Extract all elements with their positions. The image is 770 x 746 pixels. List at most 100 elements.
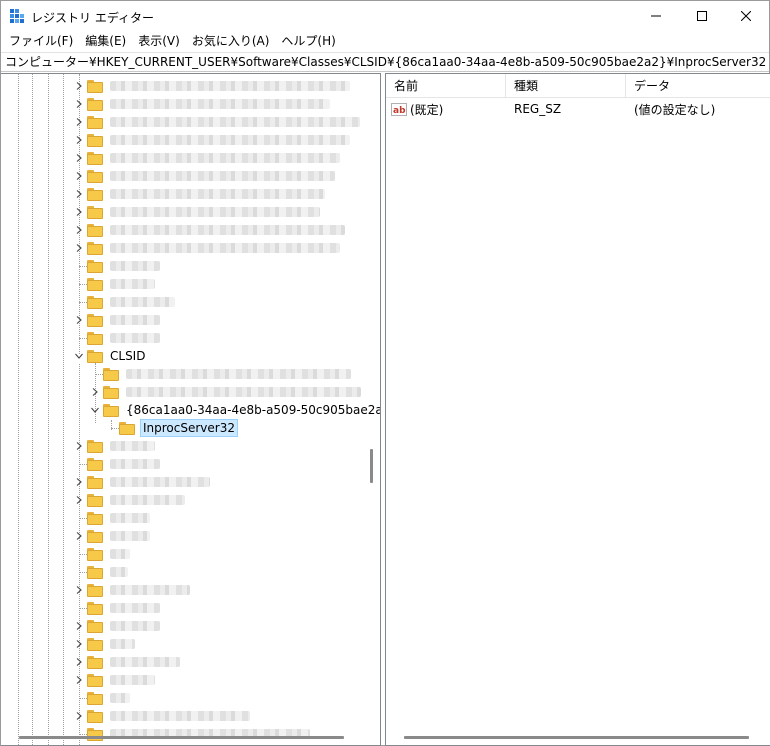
tree-item[interactable] xyxy=(87,437,155,455)
tree-item-guid[interactable]: {86ca1aa0-34aa-4e8b-a509-50c905bae2a2} xyxy=(103,401,380,419)
chevron-right-icon[interactable] xyxy=(73,527,85,545)
folder-icon xyxy=(87,151,103,165)
tree-item[interactable] xyxy=(87,563,128,581)
chevron-down-icon[interactable] xyxy=(89,401,101,419)
tree-item[interactable] xyxy=(87,203,320,221)
tree-item[interactable] xyxy=(87,527,150,545)
chevron-right-icon[interactable] xyxy=(73,311,85,329)
chevron-right-icon[interactable] xyxy=(73,131,85,149)
tree-item[interactable] xyxy=(87,113,360,131)
chevron-right-icon[interactable] xyxy=(73,617,85,635)
chevron-right-icon[interactable] xyxy=(73,635,85,653)
address-bar[interactable]: コンピューター¥HKEY_CURRENT_USER¥Software¥Class… xyxy=(1,52,769,72)
chevron-right-icon[interactable] xyxy=(73,203,85,221)
redacted-key-name xyxy=(110,225,345,235)
menu-favorites[interactable]: お気に入り(A) xyxy=(186,31,276,51)
tree-item[interactable] xyxy=(87,545,130,563)
value-row[interactable]: ab (既定) REG_SZ (値の設定なし) xyxy=(386,100,770,118)
tree-item[interactable] xyxy=(87,131,350,149)
chevron-right-icon[interactable] xyxy=(73,149,85,167)
key-tree-pane[interactable]: CLSID {86ca1aa0-34aa-4e8b-a509-50c905bae2… xyxy=(1,73,381,746)
folder-icon xyxy=(87,475,103,489)
column-header-data[interactable]: データ xyxy=(626,74,770,98)
tree-connector xyxy=(79,554,87,555)
chevron-right-icon[interactable] xyxy=(73,581,85,599)
list-horizontal-scrollbar[interactable] xyxy=(404,736,749,739)
tree-connector xyxy=(79,464,87,465)
folder-icon xyxy=(87,133,103,147)
chevron-right-icon[interactable] xyxy=(73,473,85,491)
menu-view[interactable]: 表示(V) xyxy=(132,31,186,51)
chevron-right-icon[interactable] xyxy=(73,437,85,455)
tree-item[interactable] xyxy=(87,725,310,743)
tree-item[interactable] xyxy=(87,509,150,527)
tree-item-label: InprocServer32 xyxy=(140,419,238,437)
close-button[interactable] xyxy=(723,1,769,31)
tree-item-clsid[interactable]: CLSID xyxy=(87,347,147,365)
tree-item[interactable] xyxy=(87,311,160,329)
tree-item[interactable] xyxy=(87,491,185,509)
folder-icon xyxy=(87,277,103,291)
tree-item[interactable] xyxy=(103,383,361,401)
values-list-pane[interactable]: 名前 種類 データ ab (既定) REG_SZ (値の設定なし) xyxy=(385,73,770,746)
chevron-right-icon[interactable] xyxy=(73,77,85,95)
chevron-right-icon[interactable] xyxy=(73,239,85,257)
tree-item[interactable] xyxy=(87,653,180,671)
menu-edit[interactable]: 編集(E) xyxy=(79,31,132,51)
redacted-key-name xyxy=(110,207,320,217)
chevron-right-icon[interactable] xyxy=(73,167,85,185)
menu-help[interactable]: ヘルプ(H) xyxy=(275,31,341,51)
tree-item[interactable] xyxy=(87,581,190,599)
tree-item-inprocserver32[interactable]: InprocServer32 xyxy=(119,419,238,437)
chevron-right-icon[interactable] xyxy=(73,113,85,131)
folder-icon xyxy=(87,313,103,327)
tree-item[interactable] xyxy=(87,77,350,95)
tree-vertical-scrollbar[interactable] xyxy=(370,449,373,483)
chevron-right-icon[interactable] xyxy=(73,491,85,509)
tree-horizontal-scrollbar[interactable] xyxy=(19,736,344,739)
chevron-right-icon[interactable] xyxy=(73,653,85,671)
tree-item[interactable] xyxy=(87,329,160,347)
tree-item[interactable] xyxy=(87,239,340,257)
menu-file[interactable]: ファイル(F) xyxy=(3,31,79,51)
redacted-key-name xyxy=(110,135,350,145)
redacted-key-name xyxy=(110,261,160,271)
folder-icon xyxy=(87,259,103,273)
chevron-right-icon[interactable] xyxy=(73,221,85,239)
column-header-name[interactable]: 名前 xyxy=(386,74,506,98)
chevron-down-icon[interactable] xyxy=(73,347,85,365)
tree-item[interactable] xyxy=(87,275,155,293)
tree-connector xyxy=(79,338,87,339)
tree-item[interactable] xyxy=(87,95,330,113)
tree-item[interactable] xyxy=(87,257,160,275)
chevron-right-icon[interactable] xyxy=(73,671,85,689)
tree-connector xyxy=(111,428,119,429)
tree-item[interactable] xyxy=(87,689,130,707)
tree-item[interactable] xyxy=(87,221,345,239)
chevron-right-icon[interactable] xyxy=(73,185,85,203)
folder-icon xyxy=(87,673,103,687)
minimize-button[interactable] xyxy=(633,1,679,31)
tree-item[interactable] xyxy=(103,365,351,383)
column-header-type[interactable]: 種類 xyxy=(506,74,626,98)
chevron-right-icon[interactable] xyxy=(73,95,85,113)
close-icon xyxy=(741,11,751,21)
tree-item[interactable] xyxy=(87,185,325,203)
tree-item[interactable] xyxy=(87,671,155,689)
chevron-right-icon[interactable] xyxy=(73,707,85,725)
folder-icon xyxy=(87,637,103,651)
tree-item[interactable] xyxy=(87,599,160,617)
tree-item[interactable] xyxy=(87,293,175,311)
tree-item[interactable] xyxy=(87,167,335,185)
tree-item[interactable] xyxy=(87,707,250,725)
folder-icon xyxy=(103,367,119,381)
tree-item[interactable] xyxy=(87,635,135,653)
chevron-right-icon[interactable] xyxy=(89,383,101,401)
maximize-button[interactable] xyxy=(679,1,725,31)
tree-item[interactable] xyxy=(87,473,210,491)
tree-item[interactable] xyxy=(87,149,340,167)
tree-item[interactable] xyxy=(87,455,160,473)
redacted-key-name xyxy=(110,99,330,109)
tree-item[interactable] xyxy=(87,617,160,635)
redacted-key-name xyxy=(110,117,360,127)
